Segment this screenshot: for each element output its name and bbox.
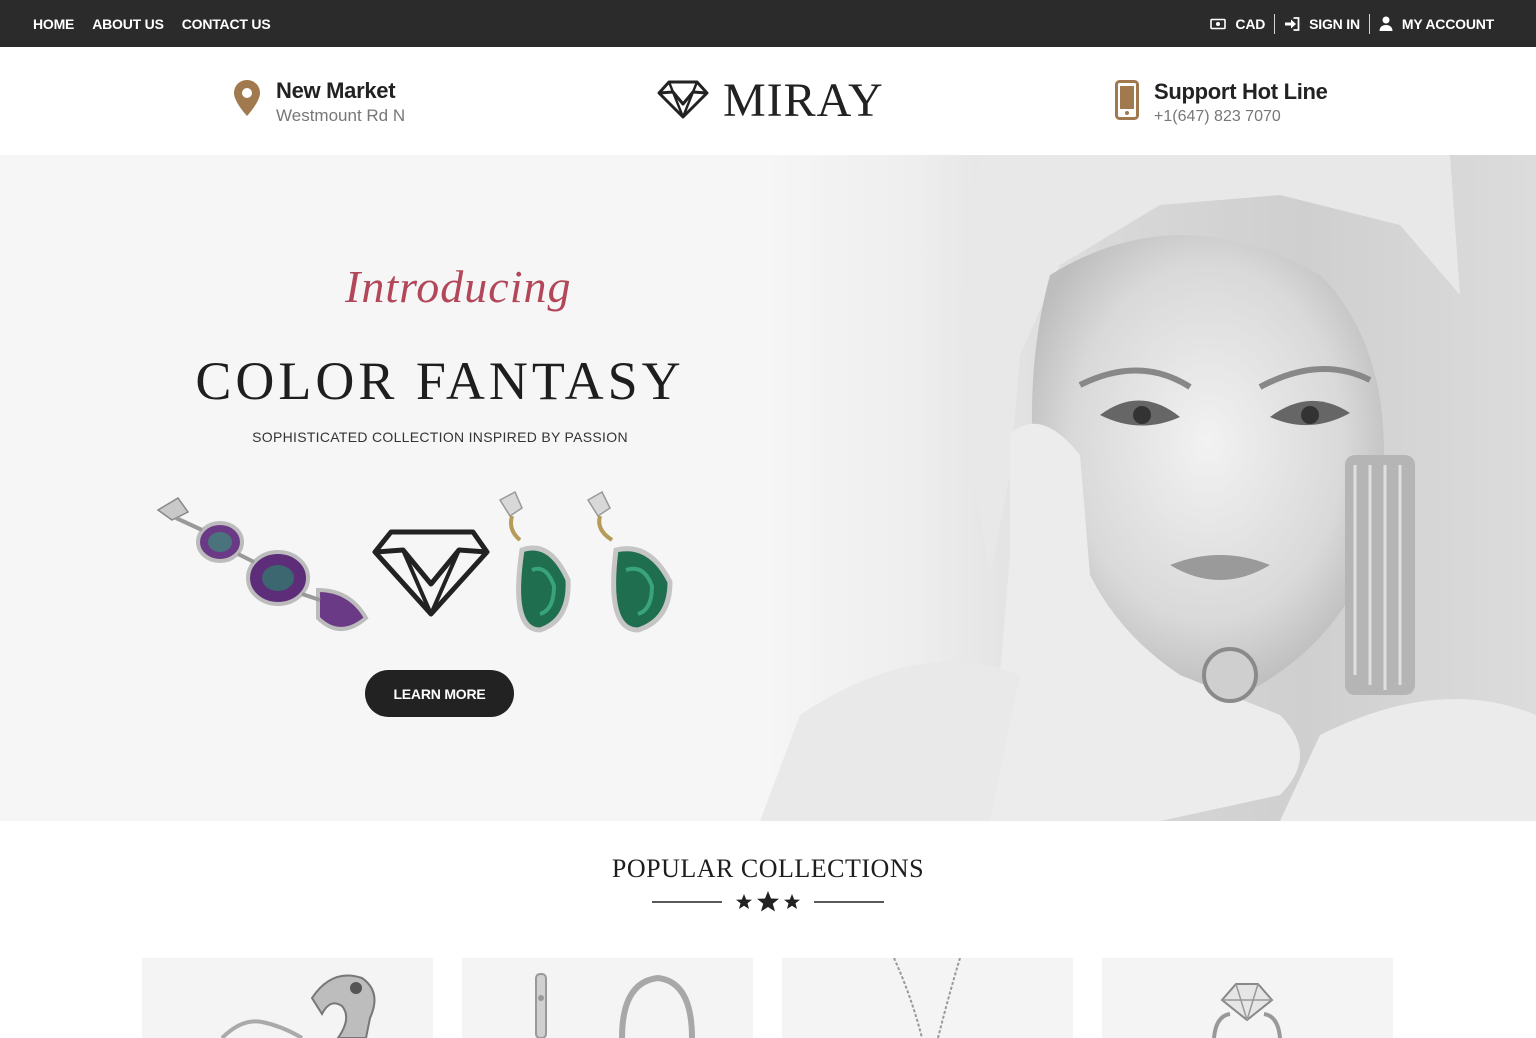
hero-intro-text: Introducing: [345, 261, 572, 312]
hero-title: COLOR FANTASY: [195, 351, 685, 411]
nav-about-link[interactable]: ABOUT US: [92, 16, 164, 32]
my-account-label: MY ACCOUNT: [1401, 15, 1494, 32]
sign-in-label: SIGN IN: [1309, 15, 1360, 32]
hero-model-photo: [760, 155, 1536, 821]
hero-banner: Introducing COLOR FANTASY SOPHISTICATED …: [0, 155, 1536, 821]
currency-label: CAD: [1235, 15, 1266, 32]
user-icon: [1379, 16, 1393, 31]
sign-in-icon: [1284, 16, 1300, 31]
location-title: New Market: [276, 78, 396, 103]
learn-more-button[interactable]: LEARN MORE: [365, 670, 514, 717]
diamond-logo-icon: [657, 79, 709, 124]
star-icon: [736, 894, 752, 909]
popular-collections-title: POPULAR COLLECTIONS: [611, 854, 925, 883]
currency-selector[interactable]: CAD: [1201, 16, 1274, 32]
support-hotline: Support Hot Line +1(647) 823 7070: [1115, 80, 1328, 130]
separator: [1368, 13, 1370, 34]
sign-in-link[interactable]: SIGN IN: [1275, 16, 1369, 32]
top-right-menu: CAD SIGN IN MY ACCOUNT: [1201, 0, 1503, 47]
top-bar: HOME ABOUT US CONTACT US CAD SIGN IN MY …: [0, 0, 1536, 47]
collection-card-ring[interactable]: [142, 958, 433, 1038]
collection-card-diamond-ring[interactable]: [1102, 958, 1393, 1038]
logo-text: MIRAY: [723, 74, 884, 127]
hero-jewelry-showcase: [150, 490, 710, 640]
nav-contact-link[interactable]: CONTACT US: [182, 16, 271, 32]
star-icon: [757, 891, 779, 912]
support-title: Support Hot Line: [1154, 79, 1328, 104]
emerald-earrings-image: [498, 490, 673, 633]
stars-divider: [650, 890, 886, 914]
nav-home-link[interactable]: HOME: [33, 16, 74, 32]
collections-grid: [142, 958, 1393, 1038]
support-phone[interactable]: +1(647) 823 7070: [1154, 104, 1328, 130]
top-nav: HOME ABOUT US CONTACT US: [33, 0, 271, 47]
diamond-emblem-icon: [372, 529, 490, 617]
collection-card-necklace[interactable]: [782, 958, 1073, 1038]
map-pin-icon: [232, 79, 262, 129]
separator: [1274, 13, 1276, 34]
site-logo[interactable]: MIRAY: [657, 75, 884, 127]
star-icon: [784, 894, 800, 909]
collection-card-earring[interactable]: [462, 958, 753, 1038]
my-account-link[interactable]: MY ACCOUNT: [1370, 16, 1503, 32]
pendant-image: [156, 497, 369, 631]
money-icon: [1210, 18, 1227, 30]
phone-icon: [1115, 80, 1139, 130]
site-header: New Market Westmount Rd N MIRAY Support …: [0, 47, 1536, 155]
store-location: New Market Westmount Rd N: [232, 79, 405, 129]
location-subtitle: Westmount Rd N: [276, 106, 406, 125]
hero-subtitle: SOPHISTICATED COLLECTION INSPIRED BY PAS…: [252, 429, 628, 445]
